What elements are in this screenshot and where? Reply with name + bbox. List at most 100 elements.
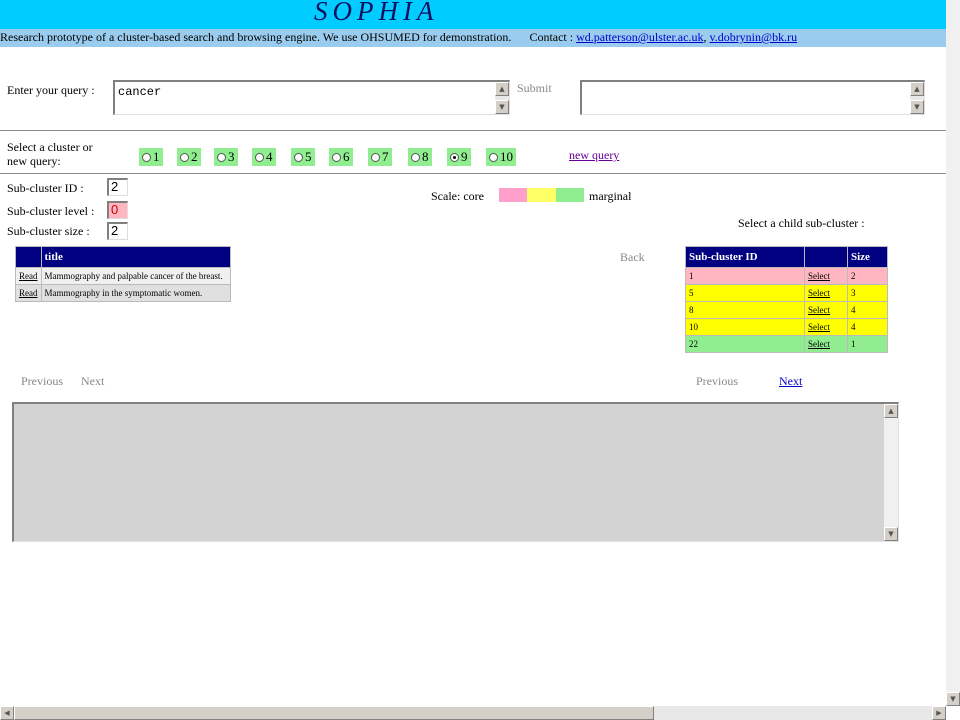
child-size-cell: 3 bbox=[847, 284, 888, 302]
select-cell: Select bbox=[804, 284, 848, 302]
table-row: Read Mammography in the symptomatic wome… bbox=[15, 284, 231, 302]
document-scrollbar[interactable]: ▲ ▼ bbox=[884, 404, 898, 541]
cluster-radio-6[interactable]: 6 bbox=[329, 148, 353, 166]
child-size-cell: 4 bbox=[847, 318, 888, 336]
scroll-up-icon[interactable]: ▲ bbox=[910, 82, 924, 96]
next-button-left[interactable]: Next bbox=[81, 374, 104, 389]
child-header-action bbox=[804, 246, 848, 268]
select-link[interactable]: Select bbox=[808, 271, 830, 281]
cluster-radio-1[interactable]: 1 bbox=[139, 148, 163, 166]
cluster-option-label: 2 bbox=[191, 149, 198, 164]
cluster-label-line2: new query: bbox=[7, 154, 61, 168]
previous-button-left[interactable]: Previous bbox=[21, 374, 63, 389]
scale-marginal-label: marginal bbox=[589, 189, 632, 203]
select-link[interactable]: Select bbox=[808, 322, 830, 332]
scale-swatches bbox=[499, 188, 584, 202]
back-button[interactable]: Back bbox=[620, 250, 645, 265]
radio-icon[interactable] bbox=[489, 153, 498, 162]
cluster-option-label: 10 bbox=[500, 149, 513, 164]
scroll-right-icon[interactable]: ▶ bbox=[932, 706, 946, 720]
cluster-radio-3[interactable]: 3 bbox=[214, 148, 238, 166]
table-row: Read Mammography and palpable cancer of … bbox=[15, 267, 231, 285]
documents-header-blank bbox=[15, 246, 42, 268]
cluster-option-label: 5 bbox=[305, 149, 312, 164]
contact-email-link-1[interactable]: wd.patterson@ulster.ac.uk bbox=[576, 30, 703, 44]
select-link[interactable]: Select bbox=[808, 305, 830, 315]
page-vertical-scrollbar[interactable]: ▼ bbox=[946, 0, 960, 706]
scale-swatch bbox=[499, 188, 528, 202]
contact-email-link-2[interactable]: v.dobrynin@bk.ru bbox=[709, 30, 797, 44]
subcluster-size-field[interactable]: 2 bbox=[107, 222, 128, 240]
read-link[interactable]: Read bbox=[19, 271, 38, 281]
scroll-down-icon[interactable]: ▼ bbox=[884, 527, 898, 541]
scale-label: Scale: bbox=[431, 189, 461, 203]
scroll-down-icon[interactable]: ▼ bbox=[495, 100, 509, 114]
radio-icon[interactable] bbox=[142, 153, 151, 162]
scroll-down-icon[interactable]: ▼ bbox=[910, 100, 924, 114]
cluster-option-label: 6 bbox=[343, 149, 350, 164]
child-select-label: Select a child sub-cluster : bbox=[738, 216, 865, 230]
subcluster-level-label: Sub-cluster level : bbox=[7, 204, 95, 218]
subcluster-id-field[interactable]: 2 bbox=[107, 178, 128, 196]
radio-icon[interactable] bbox=[180, 153, 189, 162]
document-view-area[interactable]: ▲ ▼ bbox=[12, 402, 899, 542]
submit-button[interactable]: Submit bbox=[517, 81, 552, 96]
child-id-cell: 10 bbox=[685, 318, 805, 336]
top-banner bbox=[0, 0, 946, 29]
radio-icon[interactable] bbox=[217, 153, 226, 162]
read-link[interactable]: Read bbox=[19, 288, 38, 298]
subcluster-size-label: Sub-cluster size : bbox=[7, 224, 90, 238]
cluster-radio-10[interactable]: 10 bbox=[486, 148, 516, 166]
query-label: Enter your query : bbox=[7, 83, 95, 97]
table-row: 5 Select 3 bbox=[685, 284, 888, 302]
select-cell: Select bbox=[804, 335, 848, 353]
scroll-up-icon[interactable]: ▲ bbox=[884, 404, 898, 418]
cluster-radio-7[interactable]: 7 bbox=[368, 148, 392, 166]
description-text: Research prototype of a cluster-based se… bbox=[0, 30, 512, 44]
document-title: Mammography in the symptomatic women. bbox=[40, 284, 231, 302]
radio-icon[interactable] bbox=[294, 153, 303, 162]
query-input[interactable]: cancer ▲ ▼ bbox=[113, 80, 510, 115]
cluster-label-line1: Select a cluster or bbox=[7, 140, 93, 154]
result-textarea[interactable]: ▲ ▼ bbox=[580, 80, 925, 115]
radio-selected-icon[interactable] bbox=[450, 153, 459, 162]
scroll-down-icon[interactable]: ▼ bbox=[946, 692, 960, 706]
new-query-link[interactable]: new query bbox=[569, 148, 619, 163]
select-cell: Select bbox=[804, 267, 848, 285]
result-scrollbar[interactable]: ▲ ▼ bbox=[910, 82, 924, 114]
cluster-label: Select a cluster or new query: bbox=[7, 140, 93, 168]
scale-legend: Scale: core bbox=[431, 189, 484, 204]
next-button-right[interactable]: Next bbox=[779, 374, 802, 389]
select-link[interactable]: Select bbox=[808, 288, 830, 298]
child-size-cell: 1 bbox=[847, 335, 888, 353]
info-bar: Research prototype of a cluster-based se… bbox=[0, 29, 946, 47]
child-size-cell: 2 bbox=[847, 267, 888, 285]
contact-label: Contact : bbox=[529, 30, 574, 44]
previous-button-right[interactable]: Previous bbox=[696, 374, 738, 389]
logo: SOPHIA bbox=[314, 0, 439, 26]
scroll-up-icon[interactable]: ▲ bbox=[495, 82, 509, 96]
contact-separator: , bbox=[703, 30, 707, 44]
select-link[interactable]: Select bbox=[808, 339, 830, 349]
page-horizontal-scrollbar[interactable]: ◀ ▶ bbox=[0, 706, 946, 720]
divider bbox=[0, 130, 946, 132]
table-row: 8 Select 4 bbox=[685, 301, 888, 319]
radio-icon[interactable] bbox=[411, 153, 420, 162]
subcluster-level-field[interactable]: 0 bbox=[107, 201, 128, 219]
cluster-radio-4[interactable]: 4 bbox=[252, 148, 276, 166]
select-cell: Select bbox=[804, 318, 848, 336]
cluster-radio-8[interactable]: 8 bbox=[408, 148, 432, 166]
table-cell: Read bbox=[15, 284, 42, 302]
radio-icon[interactable] bbox=[332, 153, 341, 162]
radio-icon[interactable] bbox=[371, 153, 380, 162]
scroll-left-icon[interactable]: ◀ bbox=[0, 706, 14, 720]
child-table-body: 1 Select 2 5 Select 3 8 Select 4 10 Select 4 22 Selec… bbox=[685, 267, 888, 353]
table-row: 10 Select 4 bbox=[685, 318, 888, 336]
scroll-thumb[interactable] bbox=[14, 706, 654, 720]
cluster-radio-2[interactable]: 2 bbox=[177, 148, 201, 166]
cluster-radio-5[interactable]: 5 bbox=[291, 148, 315, 166]
documents-table: title Read Mammography and palpable canc… bbox=[15, 246, 231, 302]
cluster-radio-9[interactable]: 9 bbox=[447, 148, 471, 166]
query-scrollbar[interactable]: ▲ ▼ bbox=[495, 82, 509, 114]
radio-icon[interactable] bbox=[255, 153, 264, 162]
